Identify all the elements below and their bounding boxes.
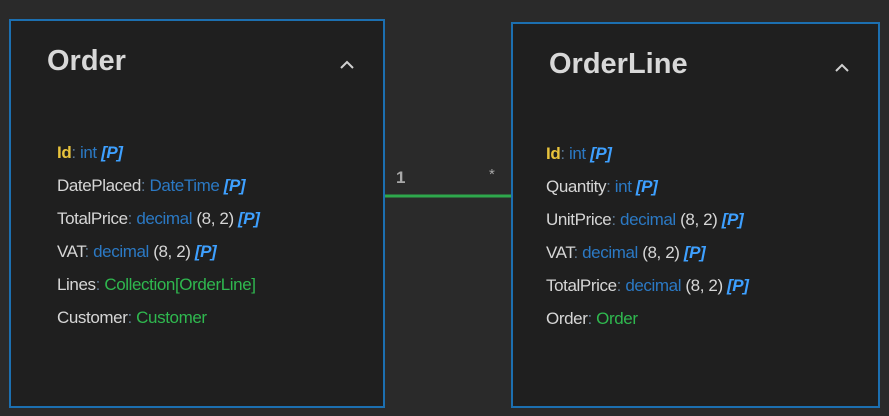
multiplicity-many: * [489, 166, 495, 183]
multiplicity-one: 1 [396, 168, 406, 187]
relationship-connector [385, 194, 511, 198]
